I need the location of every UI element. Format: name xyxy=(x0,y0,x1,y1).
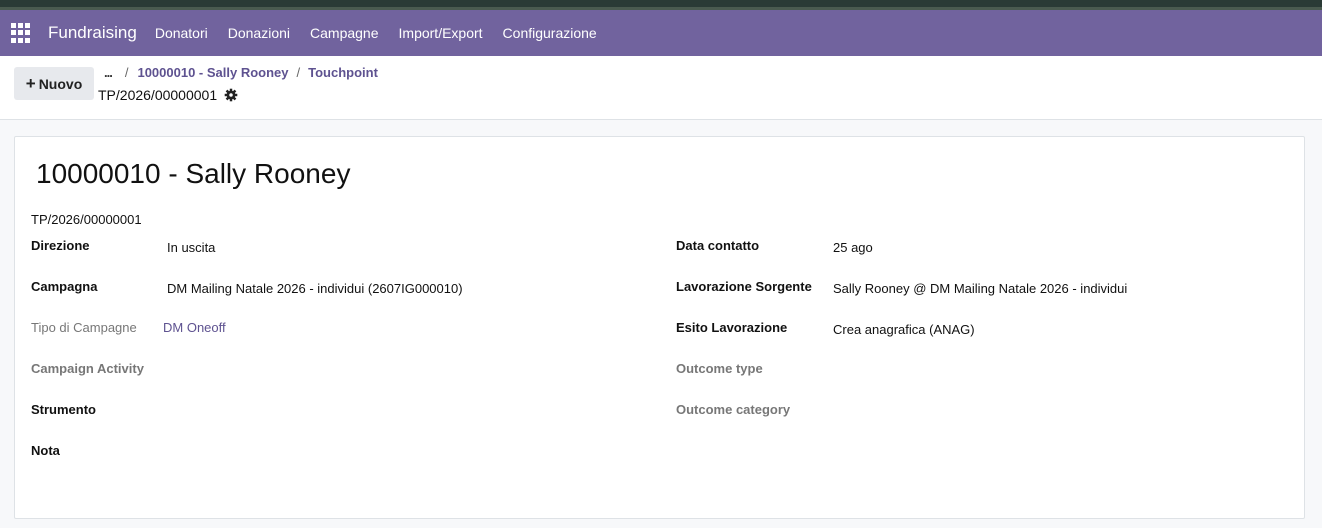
label-direzione: Direzione xyxy=(31,238,90,253)
label-outcome-category: Outcome category xyxy=(676,402,791,417)
window-top-strip xyxy=(0,0,1322,10)
top-navbar: Fundraising Donatori Donazioni Campagne … xyxy=(0,10,1322,56)
label-data-contatto: Data contatto xyxy=(676,238,760,253)
form-sheet: 10000010 - Sally Rooney TP/2026/00000001… xyxy=(14,136,1305,519)
label-campaign-activity: Campaign Activity xyxy=(31,361,144,376)
new-button[interactable]: + Nuovo xyxy=(14,67,94,100)
value-direzione[interactable]: In uscita xyxy=(167,240,215,255)
app-brand[interactable]: Fundraising xyxy=(48,23,137,43)
value-campagna[interactable]: DM Mailing Natale 2026 - individui (2607… xyxy=(167,281,463,296)
nav-configurazione[interactable]: Configurazione xyxy=(493,25,607,41)
nav-donazioni[interactable]: Donazioni xyxy=(218,25,300,41)
current-record-ref: TP/2026/00000001 xyxy=(98,87,218,103)
nav-campagne[interactable]: Campagne xyxy=(300,25,389,41)
new-button-label: Nuovo xyxy=(38,75,83,92)
value-data-contatto[interactable]: 25 ago xyxy=(833,240,873,255)
breadcrumb-item-donor[interactable]: 10000010 - Sally Rooney xyxy=(137,65,288,80)
apps-grid-icon[interactable] xyxy=(11,23,31,43)
label-strumento: Strumento xyxy=(31,402,96,417)
current-record: TP/2026/00000001 xyxy=(98,87,238,103)
nav-donatori[interactable]: Donatori xyxy=(145,25,218,41)
label-esito-lavorazione: Esito Lavorazione xyxy=(676,320,788,335)
value-tipo-di-campagne[interactable]: DM Oneoff xyxy=(163,320,226,335)
breadcrumb-ellipsis[interactable]: ... xyxy=(104,65,113,80)
label-campagna: Campagna xyxy=(31,279,98,294)
gear-icon[interactable] xyxy=(224,88,238,102)
value-esito-lavorazione[interactable]: Crea anagrafica (ANAG) xyxy=(833,322,975,337)
nav-import-export[interactable]: Import/Export xyxy=(389,25,493,41)
record-code: TP/2026/00000001 xyxy=(31,212,142,227)
breadcrumb-item-touchpoint[interactable]: Touchpoint xyxy=(308,65,378,80)
control-panel: + Nuovo ... / 10000010 - Sally Rooney / … xyxy=(0,56,1322,120)
value-lavorazione-sorgente[interactable]: Sally Rooney @ DM Mailing Natale 2026 - … xyxy=(833,281,1127,296)
breadcrumb: ... / 10000010 - Sally Rooney / Touchpoi… xyxy=(104,65,378,80)
breadcrumb-separator: / xyxy=(124,65,129,80)
plus-icon: + xyxy=(25,73,36,93)
label-nota: Nota xyxy=(31,443,60,458)
label-lavorazione-sorgente: Lavorazione Sorgente xyxy=(676,279,812,294)
label-outcome-type: Outcome type xyxy=(676,361,763,376)
label-tipo-di-campagne: Tipo di Campagne xyxy=(31,320,137,335)
record-title[interactable]: 10000010 - Sally Rooney xyxy=(36,158,350,190)
breadcrumb-separator: / xyxy=(296,65,301,80)
